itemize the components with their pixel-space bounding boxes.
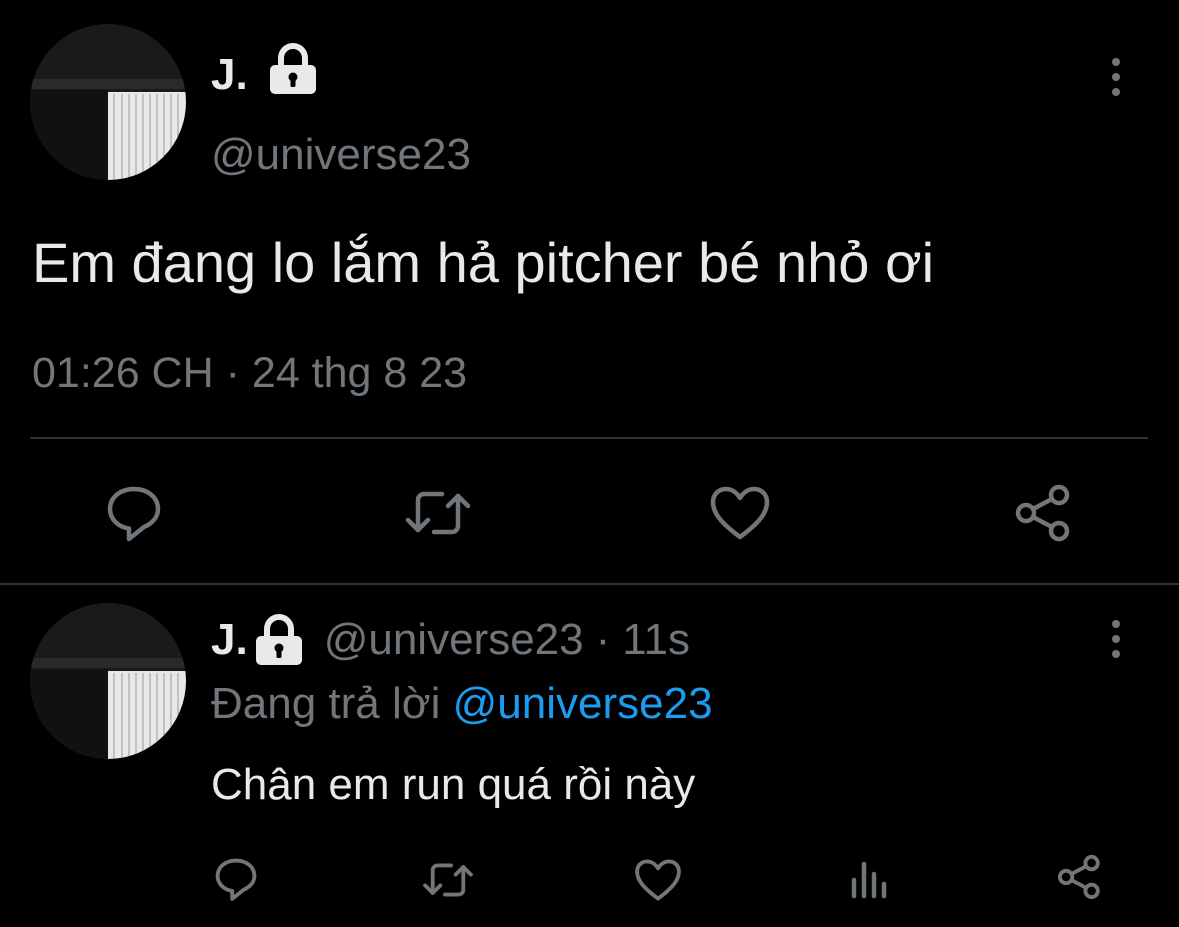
share-icon[interactable] [1013,482,1075,549]
more-options-button[interactable] [1111,620,1121,658]
like-icon[interactable] [709,485,771,546]
display-name[interactable]: J. [211,613,248,667]
views-icon[interactable] [848,858,890,905]
more-options-button[interactable] [1111,58,1121,96]
tweet-age: 11s [622,615,690,664]
reply-header: J. @universe23 · 11s [211,612,690,668]
timestamp: 01:26 CH · 24 thg 8 23 [32,345,467,401]
lock-icon [268,42,318,96]
retweet-icon[interactable] [404,486,472,545]
replying-to-handle[interactable]: @universe23 [453,679,713,728]
separator: · [225,349,240,397]
tweet-text: Em đang lo lắm hả pitcher bé nhỏ ơi [32,231,935,294]
retweet-icon[interactable] [422,859,474,906]
replying-to-label: Đang trả lời [211,679,441,728]
tweet-time: 01:26 CH [32,349,214,397]
handle[interactable]: @universe23 [211,128,471,182]
handle[interactable]: @universe23 [324,613,584,667]
like-icon[interactable] [634,858,682,907]
replying-to: Đang trả lời @universe23 [211,676,713,732]
tweet-text: Chân em run quá rồi này [211,760,696,809]
lock-icon [254,613,304,667]
divider [0,583,1179,585]
share-icon[interactable] [1056,853,1104,906]
display-name[interactable]: J. [211,50,248,100]
tweet-date: 24 thg 8 23 [251,349,468,397]
avatar[interactable] [30,603,186,759]
divider [30,437,1148,439]
separator: · [595,615,611,664]
reply-icon[interactable] [104,483,164,548]
reply-icon[interactable] [213,856,259,907]
avatar[interactable] [30,24,186,180]
